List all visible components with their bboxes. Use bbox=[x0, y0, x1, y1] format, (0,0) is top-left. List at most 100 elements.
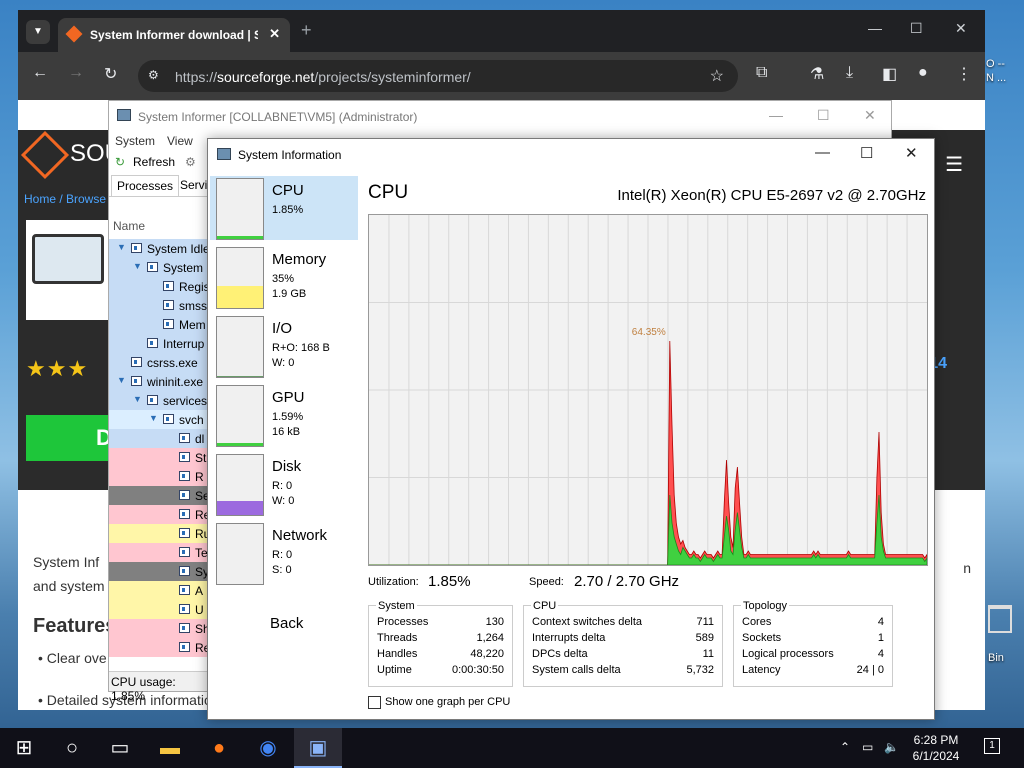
task-view-icon[interactable]: ▭ bbox=[108, 736, 132, 760]
process-row[interactable]: ▼ System bbox=[109, 258, 209, 277]
sidebar-item-gpu[interactable]: GPU 1.59% 16 kB bbox=[210, 383, 358, 447]
breadcrumb[interactable]: Home / Browse bbox=[24, 192, 106, 206]
si-minimize-icon[interactable]: — bbox=[769, 107, 783, 123]
mini-graph bbox=[216, 247, 264, 309]
taskbar-clock[interactable]: 6:28 PM 6/1/2024 bbox=[904, 732, 968, 764]
file-explorer-icon[interactable]: ▬ bbox=[158, 736, 182, 760]
sidebar-item-cpu[interactable]: CPU 1.85% bbox=[210, 176, 358, 240]
maximize-icon[interactable]: ☐ bbox=[910, 20, 923, 37]
forward-icon[interactable]: → bbox=[68, 64, 84, 82]
process-row[interactable]: ▼ svch bbox=[109, 410, 209, 429]
process-row[interactable]: Re bbox=[109, 638, 209, 657]
options-icon[interactable]: ⚙ bbox=[185, 155, 196, 169]
sysinfo-title: System Information bbox=[238, 148, 342, 162]
site-info-icon[interactable]: ⚙ bbox=[148, 68, 164, 84]
stats-caption: CPU bbox=[531, 600, 559, 612]
sysinfo-close-icon[interactable]: ✕ bbox=[905, 144, 918, 162]
process-row[interactable]: U bbox=[109, 600, 209, 619]
tab-processes[interactable]: Processes bbox=[111, 175, 180, 196]
network-tray-icon[interactable]: ▭ bbox=[862, 740, 873, 754]
expand-chevron-icon[interactable]: ▼ bbox=[117, 242, 126, 252]
sourceforge-logo-icon[interactable] bbox=[20, 130, 70, 180]
mini-graph-fill bbox=[217, 236, 263, 239]
menu-dots-icon[interactable]: ⋮ bbox=[956, 64, 972, 84]
process-icon bbox=[179, 604, 190, 614]
process-row[interactable]: Re bbox=[109, 505, 209, 524]
side-panel-icon[interactable]: ◧ bbox=[882, 64, 897, 84]
reload-icon[interactable]: ↻ bbox=[104, 64, 117, 84]
start-windows-icon[interactable]: ⊞ bbox=[12, 736, 36, 760]
mini-graph-fill bbox=[217, 501, 263, 515]
expand-chevron-icon[interactable]: ▼ bbox=[117, 375, 126, 385]
profile-icon[interactable]: ● bbox=[918, 64, 928, 82]
process-name: svch bbox=[179, 413, 204, 427]
labs-icon[interactable]: ⚗ bbox=[810, 64, 824, 84]
process-row[interactable]: Se bbox=[109, 486, 209, 505]
one-graph-per-cpu-checkbox[interactable] bbox=[368, 696, 381, 709]
process-row[interactable]: ▼ services bbox=[109, 391, 209, 410]
expand-chevron-icon[interactable]: ▼ bbox=[149, 413, 158, 423]
si-maximize-icon[interactable]: ☐ bbox=[817, 107, 830, 124]
process-row[interactable]: R bbox=[109, 467, 209, 486]
download-button[interactable]: D bbox=[26, 415, 116, 461]
sysinfo-minimize-icon[interactable]: — bbox=[815, 144, 830, 161]
sidebar-item-value-1: 1.85% bbox=[272, 204, 304, 216]
sysinfo-maximize-icon[interactable]: ☐ bbox=[860, 144, 873, 162]
sysinfo-titlebar: System Information — ☐ ✕ bbox=[208, 139, 934, 169]
chrome-icon[interactable]: ◉ bbox=[256, 736, 280, 760]
volume-muted-icon[interactable]: 🔈 bbox=[884, 740, 899, 754]
close-icon[interactable]: ✕ bbox=[955, 20, 967, 37]
process-row[interactable]: Ru bbox=[109, 524, 209, 543]
extensions-icon[interactable]: ⧉ bbox=[756, 64, 767, 82]
mini-graph-fill bbox=[217, 443, 263, 446]
process-row[interactable]: ▼ wininit.exe bbox=[109, 372, 209, 391]
rating-stars-icon: ★★★ bbox=[26, 356, 89, 381]
si-close-icon[interactable]: ✕ bbox=[864, 107, 876, 124]
download-icon[interactable]: ⤓ bbox=[846, 64, 853, 82]
process-row[interactable]: A bbox=[109, 581, 209, 600]
stats-row: Interrupts delta 589 bbox=[532, 632, 714, 648]
new-tab-button[interactable]: + bbox=[301, 20, 312, 41]
cpu-usage-graph[interactable]: 64.35% bbox=[368, 214, 928, 566]
search-icon[interactable]: ○ bbox=[60, 736, 84, 760]
expand-chevron-icon[interactable]: ▼ bbox=[133, 394, 142, 404]
tab-sourceforge[interactable]: System Informer download | S ✕ bbox=[58, 18, 290, 52]
back-icon[interactable]: ← bbox=[32, 64, 48, 82]
process-row[interactable]: Mem bbox=[109, 315, 209, 334]
firefox-icon[interactable]: ● bbox=[207, 736, 231, 760]
bookmark-star-icon[interactable]: ☆ bbox=[710, 66, 724, 86]
menu-view[interactable]: View bbox=[167, 134, 193, 148]
tab-close-icon[interactable]: ✕ bbox=[269, 26, 280, 42]
hamburger-menu-icon[interactable]: ☰ bbox=[945, 152, 963, 177]
notification-center-icon[interactable]: 1 bbox=[984, 738, 1000, 754]
menu-system[interactable]: System bbox=[115, 134, 155, 148]
minimize-icon[interactable]: — bbox=[868, 20, 882, 36]
tab-search-button[interactable]: ▼ bbox=[26, 20, 50, 44]
sidebar-item-io[interactable]: I/O R+O: 168 B W: 0 bbox=[210, 314, 358, 378]
process-row[interactable]: St bbox=[109, 448, 209, 467]
process-row[interactable]: Te bbox=[109, 543, 209, 562]
column-header-name[interactable]: Name bbox=[113, 219, 145, 233]
sidebar-item-memory[interactable]: Memory 35% 1.9 GB bbox=[210, 245, 358, 309]
process-row[interactable]: Interrup bbox=[109, 334, 209, 353]
process-row[interactable]: ▼ System Idle bbox=[109, 239, 209, 258]
refresh-icon[interactable]: ↻ bbox=[115, 155, 125, 169]
process-row[interactable]: smss bbox=[109, 296, 209, 315]
process-row[interactable]: csrss.exe bbox=[109, 353, 209, 372]
description-text: System Inf and system bbox=[33, 550, 105, 598]
process-row[interactable]: Sh bbox=[109, 619, 209, 638]
sidebar-item-network[interactable]: Network R: 0 S: 0 bbox=[210, 521, 358, 585]
process-row[interactable]: Regis bbox=[109, 277, 209, 296]
url-text[interactable]: https://sourceforge.net/projects/systemi… bbox=[175, 69, 471, 85]
recycle-bin-icon[interactable] bbox=[988, 605, 1012, 633]
address-bar[interactable]: ⚙ https://sourceforge.net/projects/syste… bbox=[138, 60, 738, 92]
process-row[interactable]: Sy bbox=[109, 562, 209, 581]
sidebar-item-disk[interactable]: Disk R: 0 W: 0 bbox=[210, 452, 358, 516]
process-row[interactable]: dl bbox=[109, 429, 209, 448]
stats-key: Cores bbox=[742, 616, 772, 628]
stats-value: 4 bbox=[877, 616, 884, 628]
expand-chevron-icon[interactable]: ▼ bbox=[133, 261, 142, 271]
refresh-button[interactable]: Refresh bbox=[133, 155, 175, 169]
back-link[interactable]: Back bbox=[270, 615, 303, 632]
tray-chevron-icon[interactable]: ⌃ bbox=[840, 740, 850, 754]
